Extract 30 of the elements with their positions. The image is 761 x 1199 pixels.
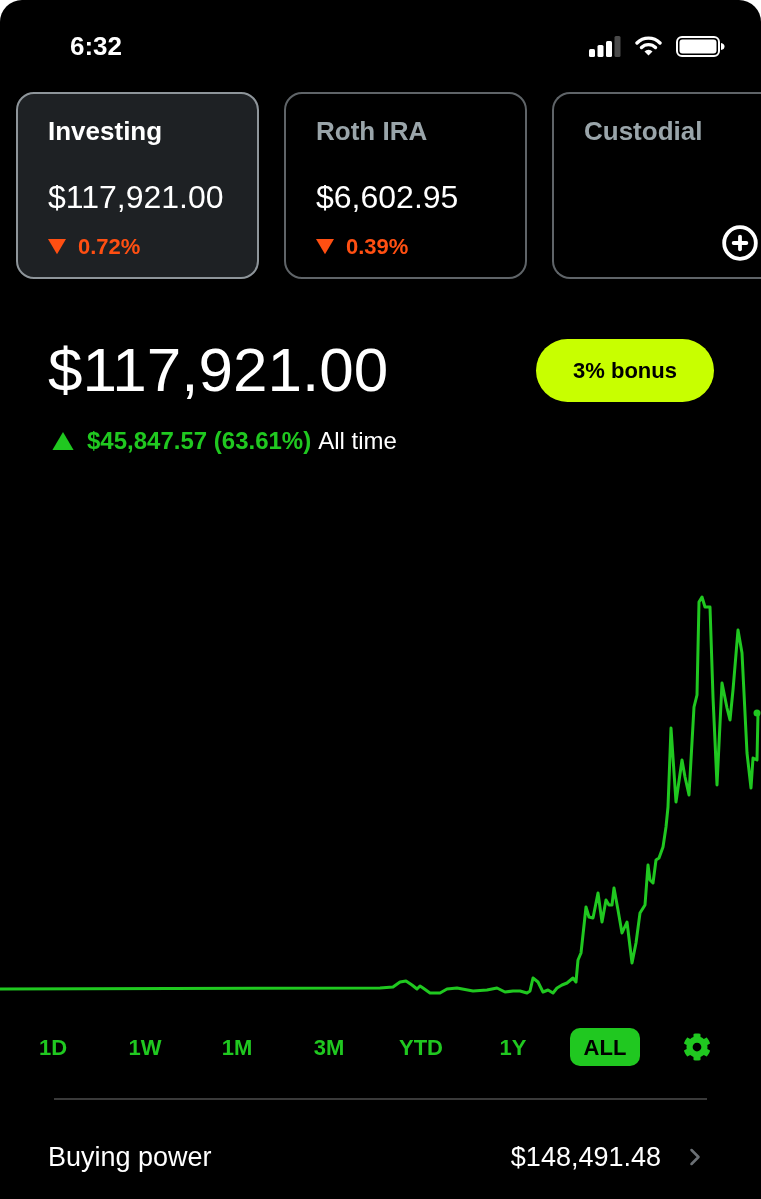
range-tab[interactable]: YTD — [399, 1028, 443, 1066]
portfolio-change: $45,847.57 (63.61%) — [87, 426, 312, 456]
range-tab[interactable]: 1D — [38, 1028, 68, 1066]
bonus-button[interactable]: 3% bonus — [536, 338, 714, 402]
account-card[interactable]: Roth IRA $6,602.95 0.39% — [284, 92, 527, 279]
add-circle-icon[interactable] — [721, 224, 759, 262]
buying-power-label: Buying power — [48, 1140, 212, 1174]
account-change: 0.72% — [78, 234, 141, 260]
range-tab[interactable]: 1W — [128, 1028, 162, 1066]
range-tab[interactable]: 3M — [313, 1028, 345, 1066]
status-time: 6:32 — [70, 29, 123, 63]
change-period: All time — [318, 426, 397, 456]
account-balance: $117,921.00 — [48, 178, 225, 216]
portfolio-value: $117,921.00 — [48, 334, 389, 406]
account-name: Investing — [48, 115, 164, 147]
cellular-signal-icon — [589, 35, 621, 57]
account-name: Custodial — [584, 115, 704, 147]
range-tab[interactable]: 1Y — [499, 1028, 527, 1066]
battery-icon — [676, 35, 725, 57]
account-change: 0.39% — [346, 234, 409, 260]
buying-power-value: $148,491.48 — [510, 1140, 661, 1174]
range-tab[interactable]: ALL — [569, 1028, 641, 1066]
account-card[interactable]: Custodial — [552, 92, 761, 279]
account-card[interactable]: Investing $117,921.00 0.72% — [16, 92, 259, 279]
account-name: Roth IRA — [316, 115, 429, 147]
account-balance: $6,602.95 — [316, 178, 460, 216]
settings-icon[interactable] — [683, 1033, 711, 1061]
wifi-icon — [635, 36, 662, 56]
range-tab[interactable]: 1M — [221, 1028, 253, 1066]
end-point-icon — [753, 709, 761, 717]
